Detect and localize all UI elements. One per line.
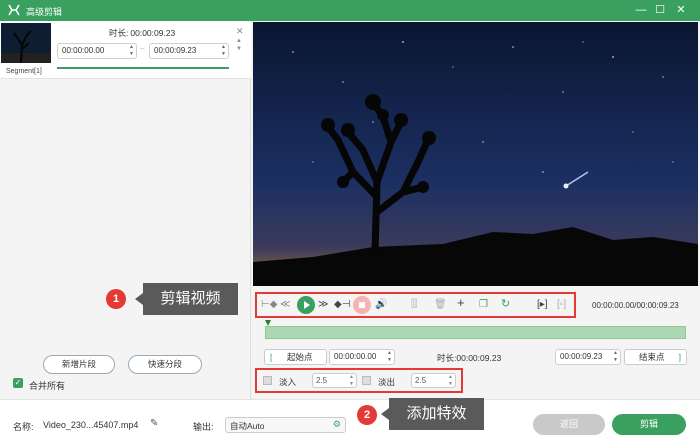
- callout-tip-1: 剪辑视频: [135, 283, 238, 315]
- callout-badge-1: 1: [106, 289, 126, 309]
- set-end-button[interactable]: 结束点 ]: [624, 349, 687, 365]
- delete-icon[interactable]: 🗑: [434, 299, 447, 311]
- play-icon: [304, 301, 310, 309]
- output-label: 输出:: [193, 422, 214, 432]
- time-readout: 00:00:00.00/00:00:09.23: [592, 301, 679, 310]
- play-button[interactable]: [297, 296, 315, 314]
- add-segment-button[interactable]: 新增片段: [43, 355, 115, 374]
- fit-icon[interactable]: [▸]: [537, 299, 548, 311]
- cut-button[interactable]: 剪辑: [612, 414, 686, 435]
- split-icon[interactable]: ⫿⫿: [411, 299, 417, 311]
- edit-name-icon[interactable]: ✎: [150, 418, 158, 429]
- reset-icon[interactable]: ↻: [501, 298, 510, 310]
- step-forward-icon[interactable]: ≫: [318, 299, 328, 311]
- segment-progress-bar: [57, 67, 229, 69]
- segment-name: Segment[1]: [6, 68, 42, 75]
- segment-start-time-input[interactable]: 00:00:00.00 ▲ ▼: [57, 43, 137, 59]
- fullscreen-icon[interactable]: [▫]: [557, 299, 566, 311]
- stepper-icon[interactable]: ▲ ▼: [387, 350, 392, 364]
- set-start-button[interactable]: [ 起始点: [264, 349, 327, 365]
- start-time-input[interactable]: 00:00:00.00 ▲ ▼: [329, 349, 395, 365]
- close-button[interactable]: ✕: [673, 3, 689, 17]
- video-preview[interactable]: [253, 22, 698, 286]
- add-icon[interactable]: +: [457, 296, 465, 309]
- timeline-track[interactable]: [265, 326, 686, 339]
- bottom-bar: 名称: Video_230...45407.mp4 ✎ 输出: 自动Auto ⚙…: [0, 399, 700, 447]
- window-title: 高级剪辑: [26, 7, 63, 17]
- merge-all-label: 合并所有: [29, 381, 66, 391]
- reorder-icon[interactable]: ▲ ▼: [236, 37, 242, 53]
- step-back-icon[interactable]: ≪: [280, 299, 290, 311]
- time-separator: --: [140, 46, 145, 53]
- end-time-input[interactable]: 00:00:09.23 ▲ ▼: [555, 349, 621, 365]
- fade-in-input[interactable]: 2.5 ▲ ▼: [312, 373, 357, 388]
- fade-in-label: 淡入: [279, 377, 297, 387]
- fade-out-label: 淡出: [378, 377, 396, 387]
- stop-icon: [359, 302, 365, 308]
- skip-start-icon[interactable]: ⊢◆: [261, 299, 277, 311]
- segment-panel: Segment[1] 时长: 00:00:09.23 00:00:00.00 ▲ ▼…: [0, 21, 251, 399]
- app-logo-icon: [8, 4, 20, 16]
- fade-in-checkbox[interactable]: [263, 376, 272, 385]
- fade-out-checkbox[interactable]: [362, 376, 371, 385]
- name-label: 名称:: [13, 422, 34, 432]
- title-bar: 高级剪辑 — ☐ ✕: [0, 0, 700, 21]
- callout-badge-2: 2: [357, 405, 377, 425]
- merge-all-checkbox[interactable]: ✓: [13, 378, 23, 388]
- trim-duration: 时长:00:00:09.23: [437, 353, 502, 363]
- skip-end-icon[interactable]: ◆⊣: [334, 299, 350, 311]
- quick-split-button[interactable]: 快速分段: [128, 355, 202, 374]
- close-icon[interactable]: ✕: [236, 26, 244, 37]
- segment-duration: 时长: 00:00:09.23: [109, 28, 176, 38]
- file-name: Video_230...45407.mp4: [43, 420, 139, 430]
- gear-icon[interactable]: ⚙: [333, 419, 341, 430]
- stepper-icon[interactable]: ▲ ▼: [129, 44, 134, 58]
- callout-tip-2: 添加特效: [381, 398, 484, 430]
- stepper-icon[interactable]: ▲ ▼: [349, 374, 354, 388]
- minimize-button[interactable]: —: [633, 3, 649, 17]
- volume-icon[interactable]: 🔊: [375, 299, 387, 311]
- segment-thumbnail: [1, 23, 51, 63]
- stop-button[interactable]: [353, 296, 371, 314]
- fade-out-input[interactable]: 2.5 ▲ ▼: [411, 373, 456, 388]
- output-select[interactable]: 自动Auto ⚙: [225, 417, 346, 433]
- back-button[interactable]: 返回: [533, 414, 605, 435]
- copy-icon[interactable]: ❐: [479, 299, 488, 311]
- segment-end-time-input[interactable]: 00:00:09.23 ▲ ▼: [149, 43, 229, 59]
- stepper-icon[interactable]: ▲ ▼: [613, 350, 618, 364]
- stepper-icon[interactable]: ▲ ▼: [448, 374, 453, 388]
- stepper-icon[interactable]: ▲ ▼: [221, 44, 226, 58]
- maximize-button[interactable]: ☐: [652, 3, 668, 17]
- segment-item[interactable]: Segment[1] 时长: 00:00:09.23 00:00:00.00 ▲ ▼…: [0, 21, 251, 79]
